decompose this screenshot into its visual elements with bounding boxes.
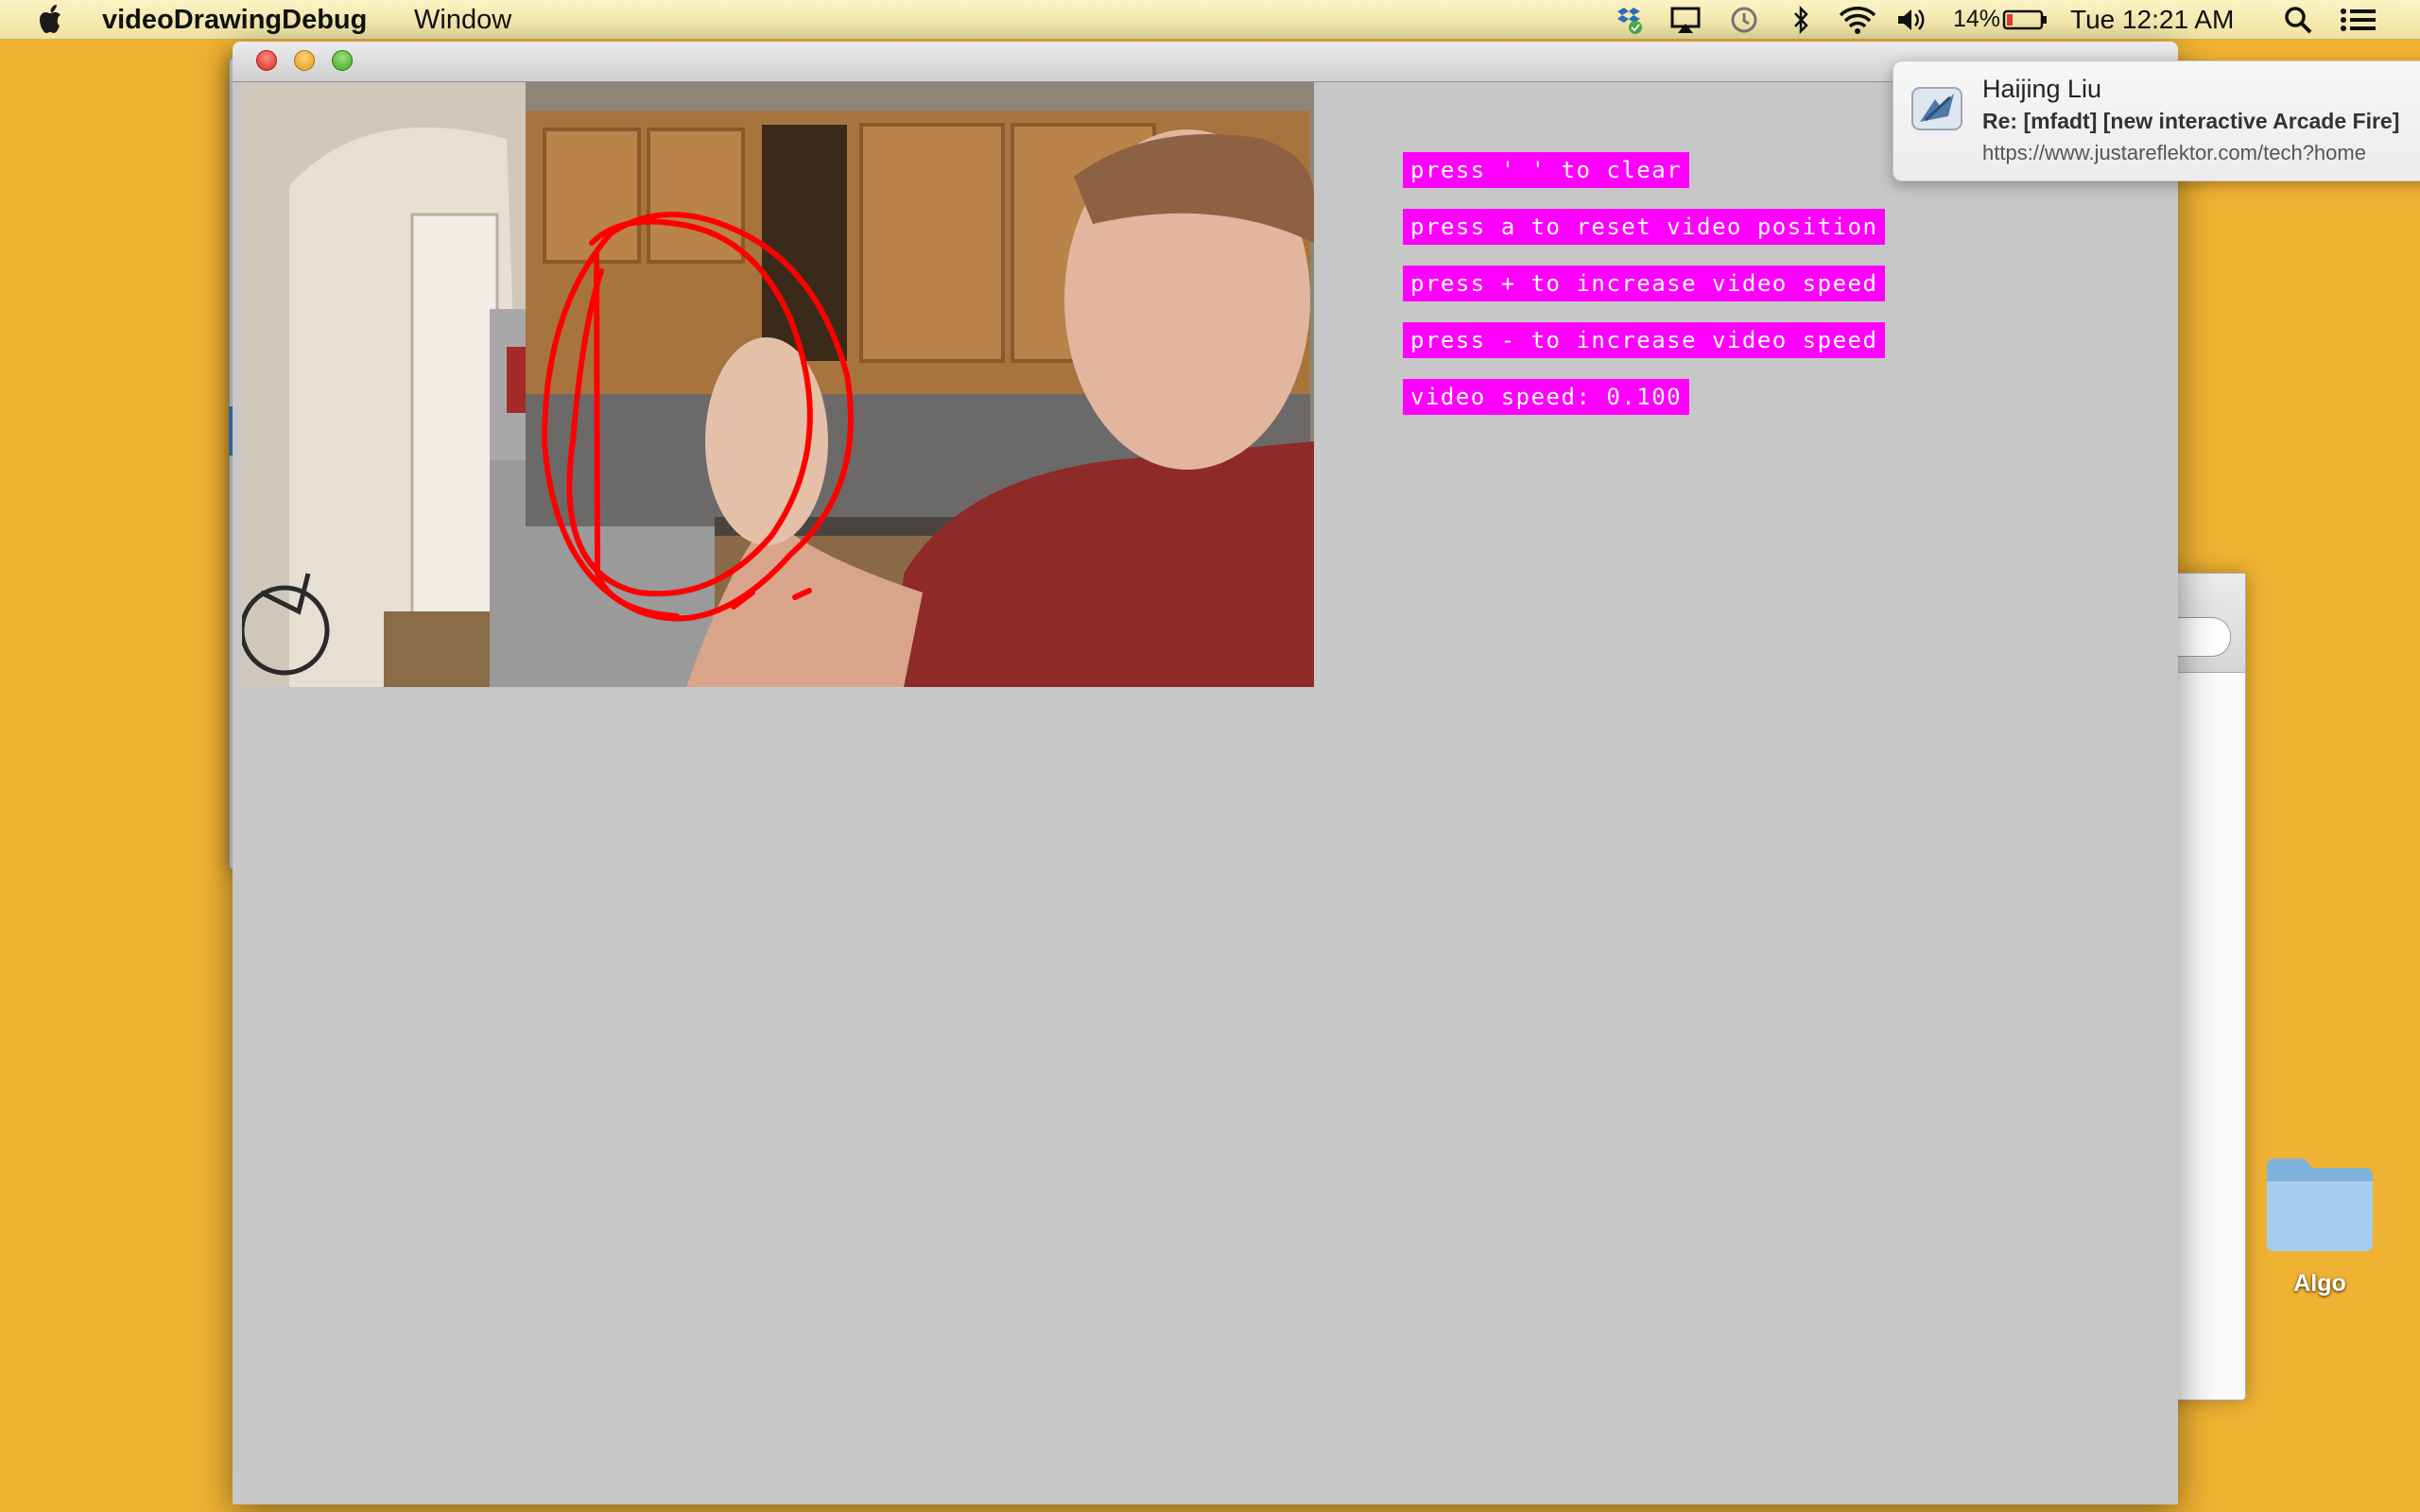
notification-preview: https://www.justareflektor.com/tech?home	[1982, 141, 2366, 164]
battery-icon[interactable]	[2002, 4, 2049, 36]
notification-center-icon[interactable]	[2339, 4, 2378, 36]
notification-sender: Haijing Liu	[1982, 75, 2102, 103]
notification-subject: Re: [mfadt] [new interactive Arcade Fire…	[1982, 109, 2400, 133]
mail-notification[interactable]: Haijing Liu Re: [mfadt] [new interactive…	[1893, 60, 2420, 181]
time-machine-icon[interactable]	[1728, 4, 1760, 36]
app-window[interactable]: press ' ' to clear press a to reset vide…	[233, 42, 2178, 1504]
bluetooth-icon[interactable]	[1785, 4, 1817, 36]
battery-percentage[interactable]: 14%	[1953, 6, 2000, 33]
close-button[interactable]	[256, 50, 277, 71]
spotlight-icon[interactable]	[2282, 4, 2314, 36]
apple-icon[interactable]	[36, 2, 68, 36]
folder-label: Algo	[2293, 1270, 2346, 1297]
window-titlebar[interactable]	[233, 42, 2178, 82]
zoom-button[interactable]	[332, 50, 353, 71]
window-menu[interactable]: Window	[414, 5, 511, 36]
video-speed-label: video speed: 0.100	[1403, 379, 1690, 415]
desktop-folder-algo[interactable]: Algo	[2254, 1149, 2386, 1310]
volume-icon[interactable]	[1894, 4, 1927, 36]
folder-icon	[2267, 1159, 2373, 1251]
menu-bar: videoDrawingDebug Window 14% Tue 12:21 A…	[0, 0, 2420, 40]
airplay-icon[interactable]	[1669, 4, 1702, 36]
increase-speed-instruction-label: press + to increase video speed	[1403, 266, 1886, 301]
wifi-icon[interactable]	[1838, 4, 1877, 36]
menubar-clock[interactable]: Tue 12:21 AM	[2070, 5, 2234, 35]
decrease-speed-instruction-label: press - to increase video speed	[1403, 322, 1886, 358]
dropbox-icon[interactable]	[1613, 4, 1645, 36]
door	[410, 213, 499, 651]
video-canvas[interactable]	[242, 82, 1314, 687]
reset-instruction-label: press a to reset video position	[1403, 209, 1886, 245]
app-menu-title[interactable]: videoDrawingDebug	[102, 5, 367, 36]
minimize-button[interactable]	[294, 50, 315, 71]
clear-instruction-label: press ' ' to clear	[1403, 152, 1690, 188]
mail-icon	[1911, 87, 1962, 130]
